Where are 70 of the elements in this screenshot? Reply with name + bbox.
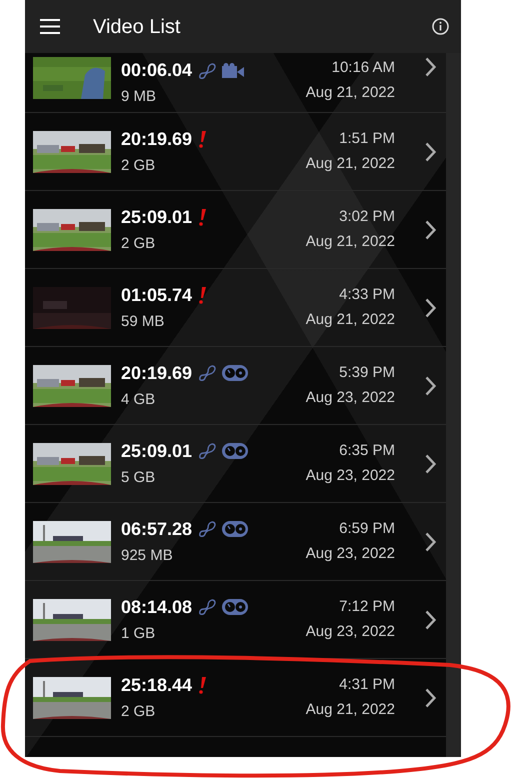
video-duration: 20:19.69 xyxy=(121,128,192,151)
file-size: 2 GB xyxy=(121,156,156,176)
video-list-item[interactable]: 20:19.69 2 GB 1:51 PM Aug 21, 2022 xyxy=(25,113,446,191)
link-icon xyxy=(198,62,216,80)
link-icon xyxy=(198,364,216,382)
link-icon xyxy=(198,598,216,616)
recording-time: 1:51 PM xyxy=(339,129,395,149)
video-list-item[interactable]: 20:19.69 4 GB 5:39 PM Aug 23, 2022 xyxy=(25,347,446,425)
video-list-item[interactable]: 25:09.01 2 GB 3:02 PM Aug 21, 2022 xyxy=(25,191,446,269)
menu-icon[interactable] xyxy=(40,19,60,34)
gauges-icon xyxy=(222,443,248,460)
file-size: 59 MB xyxy=(121,312,166,332)
recording-date: Aug 21, 2022 xyxy=(306,154,395,174)
exclamation-icon xyxy=(198,208,206,226)
recording-time: 4:31 PM xyxy=(339,675,395,695)
recording-date: Aug 21, 2022 xyxy=(306,700,395,720)
info-icon[interactable] xyxy=(432,18,449,35)
video-duration: 08:14.08 xyxy=(121,596,192,619)
recording-date: Aug 23, 2022 xyxy=(306,622,395,642)
chevron-right-icon xyxy=(425,57,436,77)
video-camera-icon xyxy=(222,63,244,78)
file-size: 9 MB xyxy=(121,87,158,107)
gauges-icon xyxy=(222,521,248,538)
video-duration: 20:19.69 xyxy=(121,362,192,385)
file-size: 1 GB xyxy=(121,624,156,644)
file-size: 2 GB xyxy=(121,702,156,722)
chevron-right-icon xyxy=(425,220,436,240)
video-duration: 06:57.28 xyxy=(121,518,192,541)
file-size: 2 GB xyxy=(121,234,156,254)
exclamation-icon xyxy=(198,286,206,304)
recording-date: Aug 21, 2022 xyxy=(306,232,395,252)
video-list-item[interactable]: 25:09.01 5 GB 6:35 PM Aug 23, 2022 xyxy=(25,425,446,503)
chevron-right-icon xyxy=(425,298,436,318)
file-size: 925 MB xyxy=(121,546,174,566)
video-list-item[interactable]: 01:05.74 59 MB 4:33 PM Aug 21, 2022 xyxy=(25,269,446,347)
recording-date: Aug 23, 2022 xyxy=(306,466,395,486)
file-size: 4 GB xyxy=(121,390,156,410)
recording-time: 6:35 PM xyxy=(339,441,395,461)
video-list-item[interactable]: 08:14.08 1 GB 7:12 PM Aug 23, 2022 xyxy=(25,581,446,659)
recording-date: Aug 21, 2022 xyxy=(306,310,395,330)
video-duration: 00:06.04 xyxy=(121,59,192,82)
exclamation-icon xyxy=(198,130,206,148)
chevron-right-icon xyxy=(425,376,436,396)
recording-time: 3:02 PM xyxy=(339,207,395,227)
chevron-right-icon xyxy=(425,142,436,162)
recording-time: 7:12 PM xyxy=(339,597,395,617)
video-duration: 25:09.01 xyxy=(121,206,192,229)
recording-date: Aug 23, 2022 xyxy=(306,544,395,564)
chevron-right-icon xyxy=(425,688,436,708)
recording-time: 4:33 PM xyxy=(339,285,395,305)
recording-date: Aug 21, 2022 xyxy=(306,82,395,102)
chevron-right-icon xyxy=(425,610,436,630)
recording-date: Aug 23, 2022 xyxy=(306,388,395,408)
exclamation-icon xyxy=(198,676,206,694)
video-duration: 25:09.01 xyxy=(121,440,192,463)
chevron-right-icon xyxy=(425,454,436,474)
gauges-icon xyxy=(222,365,248,382)
chevron-right-icon xyxy=(425,532,436,552)
video-list-item[interactable]: 06:57.28 925 MB 6:59 PM Aug 23, 2022 xyxy=(25,503,446,581)
link-icon xyxy=(198,442,216,460)
app-title: Video List xyxy=(93,14,182,40)
video-duration: 25:18.44 xyxy=(121,674,192,697)
link-icon xyxy=(198,520,216,538)
video-duration: 01:05.74 xyxy=(121,284,192,307)
video-list-item[interactable]: 00:06.04 9 MB 10:16 AM Aug 21, 2022 xyxy=(25,53,446,113)
recording-time: 10:16 AM xyxy=(332,58,395,78)
recording-time: 6:59 PM xyxy=(339,519,395,539)
file-size: 5 GB xyxy=(121,468,156,488)
recording-time: 5:39 PM xyxy=(339,363,395,383)
gauges-icon xyxy=(222,599,248,616)
